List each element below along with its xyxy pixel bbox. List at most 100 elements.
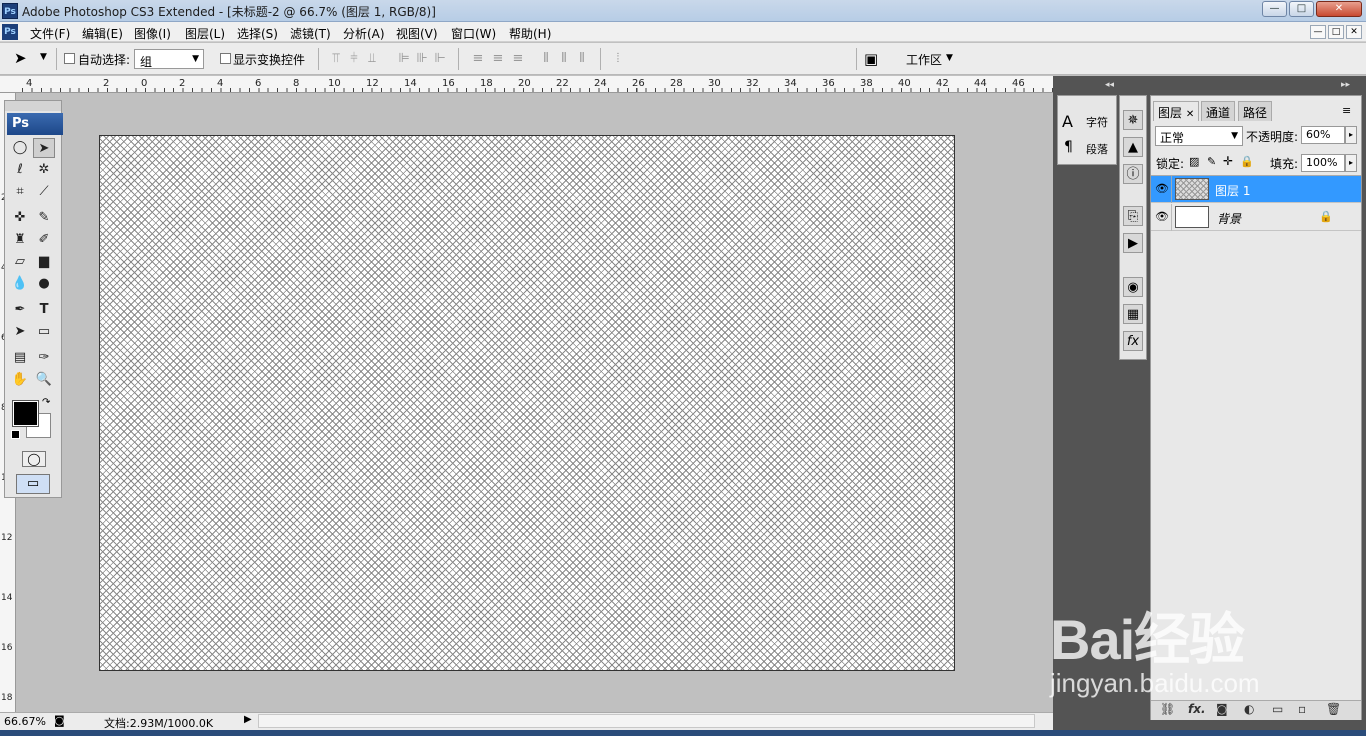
menu-edit[interactable]: 编辑(E): [82, 25, 123, 42]
lock-all-icon[interactable]: 🔒: [1240, 155, 1254, 168]
auto-select-checkbox[interactable]: [64, 53, 75, 64]
status-icon[interactable]: ◙: [54, 714, 65, 727]
workspace-menu-button[interactable]: 工作区 ▼: [898, 48, 962, 70]
layer-row-layer-1[interactable]: 👁 图层 1: [1151, 176, 1361, 203]
swap-colors-icon[interactable]: ↷: [42, 397, 50, 408]
collapse-dock-icon[interactable]: ◂◂: [1105, 80, 1114, 90]
menu-file[interactable]: 文件(F): [30, 25, 70, 42]
menu-view[interactable]: 视图(V): [396, 25, 438, 42]
paragraph-label[interactable]: 段落: [1086, 141, 1108, 157]
minimize-button[interactable]: —: [1262, 1, 1287, 17]
screen-mode-icon[interactable]: ▭: [16, 474, 50, 494]
styles-icon[interactable]: fx: [1123, 331, 1143, 351]
layer-name[interactable]: 背景: [1217, 210, 1241, 227]
layer-name[interactable]: 图层 1: [1215, 182, 1250, 199]
navigator-icon[interactable]: ✵: [1123, 110, 1143, 130]
crop-tool-icon[interactable]: ⌗: [9, 182, 31, 202]
move-tool-icon[interactable]: ➤: [14, 49, 27, 67]
histogram-icon[interactable]: ▲: [1123, 137, 1143, 157]
slice-tool-icon[interactable]: ⟋: [33, 182, 55, 202]
elliptical-marquee-tool-icon[interactable]: ◯: [9, 138, 31, 158]
pen-tool-icon[interactable]: ✒: [9, 300, 31, 320]
zoom-tool-icon[interactable]: 🔍: [33, 370, 55, 390]
status-menu-arrow-icon[interactable]: ▶: [244, 714, 252, 725]
align-top-icon[interactable]: ⫪: [328, 51, 344, 67]
history-brush-tool-icon[interactable]: ✐: [33, 230, 55, 250]
eyedropper-tool-icon[interactable]: ✑: [33, 348, 55, 368]
eraser-tool-icon[interactable]: ▱: [9, 252, 31, 272]
delete-layer-icon[interactable]: 🗑: [1326, 702, 1341, 716]
blend-mode-select[interactable]: 正常 ▼: [1155, 126, 1243, 146]
visibility-eye-icon[interactable]: 👁: [1155, 210, 1169, 224]
show-transform-checkbox[interactable]: [220, 53, 231, 64]
lasso-tool-icon[interactable]: ℓ: [9, 160, 31, 180]
zoom-level[interactable]: 66.67%: [4, 715, 46, 728]
lock-position-icon[interactable]: ✛: [1223, 154, 1233, 168]
adjustment-layer-icon[interactable]: ◐: [1244, 702, 1254, 716]
magic-wand-tool-icon[interactable]: ✲: [33, 160, 55, 180]
menu-layer[interactable]: 图层(L): [185, 25, 225, 42]
toolbox-logo[interactable]: Ps: [7, 113, 63, 135]
menu-window[interactable]: 窗口(W): [451, 25, 496, 42]
fill-input[interactable]: 100%: [1301, 154, 1345, 172]
bridge-icon[interactable]: ▣: [864, 50, 878, 68]
dodge-tool-icon[interactable]: ●: [33, 274, 55, 294]
distribute-top-icon[interactable]: ≡: [470, 51, 486, 67]
lock-image-icon[interactable]: ✎: [1207, 155, 1216, 168]
healing-brush-tool-icon[interactable]: ✜: [9, 208, 31, 228]
align-vcenter-icon[interactable]: ⫩: [346, 51, 362, 67]
paragraph-icon[interactable]: ¶: [1064, 139, 1073, 155]
clone-stamp-tool-icon[interactable]: ♜: [9, 230, 31, 250]
hand-tool-icon[interactable]: ✋: [9, 370, 31, 390]
visibility-eye-icon[interactable]: 👁: [1155, 182, 1169, 196]
distribute-left-icon[interactable]: ⦀: [538, 51, 554, 67]
horizontal-scrollbar[interactable]: [258, 714, 1035, 728]
gradient-tool-icon[interactable]: ▆: [33, 252, 55, 272]
doc-minimize-button[interactable]: —: [1310, 25, 1326, 39]
auto-align-layers-icon[interactable]: ⦙: [610, 51, 626, 67]
align-hcenter-icon[interactable]: ⊪: [414, 51, 430, 67]
link-layers-icon[interactable]: ⛓: [1160, 702, 1175, 716]
type-tool-icon[interactable]: T: [33, 300, 55, 320]
layer-style-icon[interactable]: fx.: [1188, 702, 1206, 716]
new-layer-icon[interactable]: ▫: [1298, 702, 1306, 716]
align-left-icon[interactable]: ⊫: [396, 51, 412, 67]
character-icon[interactable]: A: [1062, 112, 1073, 131]
rectangle-tool-icon[interactable]: ▭: [33, 322, 55, 342]
actions-icon[interactable]: ▶: [1123, 233, 1143, 253]
swatches-icon[interactable]: ▦: [1123, 304, 1143, 324]
auto-select-dropdown[interactable]: 组 ▼: [134, 49, 204, 69]
new-group-icon[interactable]: ▭: [1272, 702, 1283, 716]
menu-image[interactable]: 图像(I): [134, 25, 171, 42]
collapse-dock-icon[interactable]: ▸▸: [1341, 80, 1350, 90]
close-icon[interactable]: ✕: [1186, 109, 1194, 120]
layer-row-background[interactable]: 👁 背景 🔒: [1151, 204, 1361, 231]
brush-tool-icon[interactable]: ✎: [33, 208, 55, 228]
distribute-right-icon[interactable]: ⦀: [574, 51, 590, 67]
distribute-bottom-icon[interactable]: ≡: [510, 51, 526, 67]
distribute-vcenter-icon[interactable]: ≡: [490, 51, 506, 67]
doc-close-button[interactable]: ✕: [1346, 25, 1362, 39]
opacity-input[interactable]: 60%: [1301, 126, 1345, 144]
add-mask-icon[interactable]: ◙: [1216, 702, 1228, 716]
menu-analysis[interactable]: 分析(A): [343, 25, 385, 42]
notes-tool-icon[interactable]: ▤: [9, 348, 31, 368]
tab-channels[interactable]: 通道: [1201, 101, 1236, 121]
default-colors-icon[interactable]: [11, 430, 20, 439]
doc-restore-button[interactable]: □: [1328, 25, 1344, 39]
toolbox-handle[interactable]: [5, 101, 61, 111]
fill-slider-arrow-icon[interactable]: ▸: [1345, 154, 1357, 172]
quick-mask-icon[interactable]: ◯: [22, 451, 46, 467]
move-tool-icon[interactable]: ➤: [33, 138, 55, 158]
color-icon[interactable]: ◉: [1123, 277, 1143, 297]
menu-select[interactable]: 选择(S): [237, 25, 278, 42]
lock-transparent-icon[interactable]: ▨: [1189, 155, 1199, 168]
tool-preset-chevron-icon[interactable]: ▼: [40, 52, 47, 62]
tab-paths[interactable]: 路径: [1238, 101, 1273, 121]
close-button[interactable]: ✕: [1316, 1, 1362, 17]
foreground-color-swatch[interactable]: [12, 400, 39, 427]
path-selection-tool-icon[interactable]: ➤: [9, 322, 31, 342]
maximize-button[interactable]: □: [1289, 1, 1314, 17]
document-canvas[interactable]: [99, 135, 955, 671]
opacity-slider-arrow-icon[interactable]: ▸: [1345, 126, 1357, 144]
